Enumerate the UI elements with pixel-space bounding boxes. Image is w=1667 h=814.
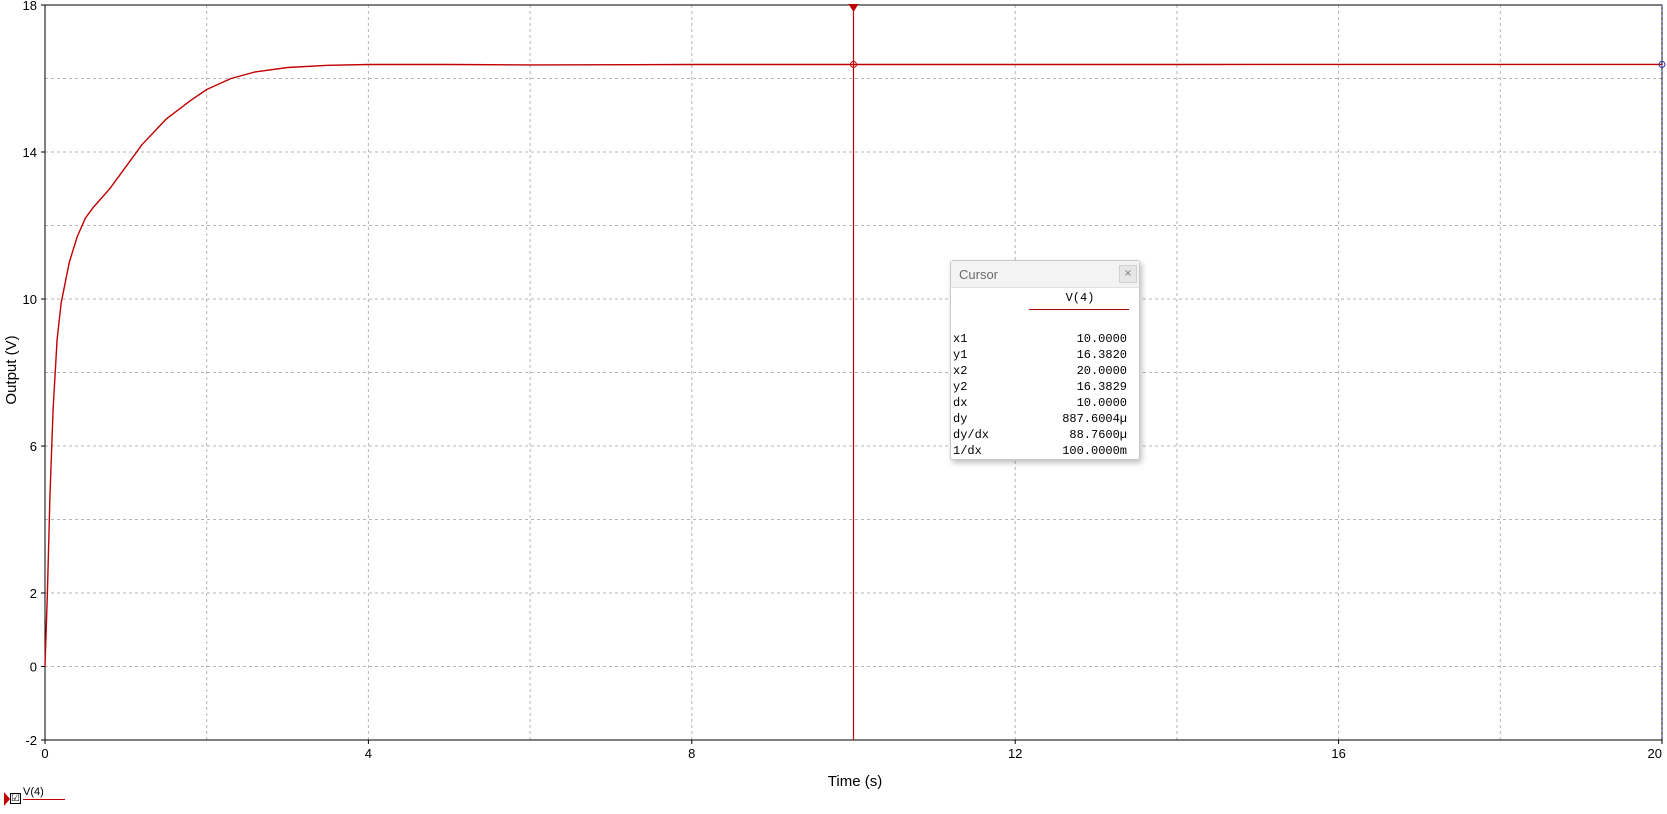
cursor-readout-value: 10.0000 <box>1076 396 1127 410</box>
y-axis-title: Output (V) <box>3 335 20 404</box>
close-icon[interactable]: × <box>1119 265 1137 283</box>
cursor-readout-label: x1 <box>953 332 968 346</box>
cursor-readout-value: 20.0000 <box>1076 364 1127 378</box>
cursor-readout-row: dy 887.6004µ <box>953 411 1135 427</box>
cursor-series-color-line <box>1029 309 1129 310</box>
cursor-readout-value: 16.3820 <box>1076 348 1127 362</box>
cursor-readout-row: x1 10.0000 <box>953 331 1135 347</box>
cursor-readout-value: 88.7600µ <box>1069 428 1127 442</box>
legend-visibility-checkbox[interactable]: ☑ <box>10 793 21 804</box>
cursor-readout-row: x2 20.0000 <box>953 363 1135 379</box>
cursor-readout-label: y1 <box>953 348 968 362</box>
y-tick-labels: -2 0 2 6 10 14 18 <box>23 0 45 748</box>
cursor-readout-value: 16.3829 <box>1076 380 1127 394</box>
cursor-readout-label: y2 <box>953 380 968 394</box>
cursor-readout-value: 10.0000 <box>1076 332 1127 346</box>
cursor-readout-row: 1/dx 100.0000m <box>953 443 1135 459</box>
cursor-readout-label: dx <box>953 396 968 410</box>
cursor-readout-label: dy <box>953 412 968 426</box>
y-tick-label: 18 <box>23 0 37 13</box>
legend-series-label[interactable]: V(4) <box>23 786 44 798</box>
cursor-readout-table: x1 10.0000 y1 16.3820 x2 20.0000 y2 16.3829 dx 10… <box>953 331 1135 459</box>
x-tick-label: 8 <box>688 746 695 761</box>
x-axis-title: Time (s) <box>828 773 882 790</box>
y-tick-label: 10 <box>23 292 37 307</box>
x-tick-label: 16 <box>1331 746 1345 761</box>
cursor-handle-icon[interactable] <box>848 4 859 12</box>
y-tick-label: 14 <box>23 145 37 160</box>
cursor-readout-label: dy/dx <box>953 428 990 442</box>
cursor-readout-value: 887.6004µ <box>1062 412 1127 426</box>
y-tick-label: 6 <box>30 439 37 454</box>
y-tick-label: 0 <box>30 660 37 675</box>
cursor-readout-row: y1 16.3820 <box>953 347 1135 363</box>
x-tick-label: 12 <box>1008 746 1022 761</box>
cursor-readout-label: x2 <box>953 364 968 378</box>
cursor-readout-row: dx 10.0000 <box>953 395 1135 411</box>
cursor-dialog-title: Cursor <box>959 267 999 282</box>
y-tick-label: 2 <box>30 586 37 601</box>
cursor-dialog[interactable]: Cursor × V(4) x1 10.0000 y1 16.3820 x2 20.000… <box>950 260 1140 460</box>
x-tick-label: 4 <box>365 746 372 761</box>
cursor-readout-value: 100.0000m <box>1062 444 1127 458</box>
legend: ☑ V(4) <box>4 786 84 810</box>
x-tick-labels: 0 4 8 12 16 20 <box>41 740 1663 761</box>
cursor-readout-row: dy/dx 88.7600µ <box>953 427 1135 443</box>
x-tick-label: 0 <box>41 746 48 761</box>
cursor-dialog-titlebar[interactable]: Cursor × <box>951 261 1139 288</box>
x-tick-label: 20 <box>1648 746 1662 761</box>
plot-area[interactable]: 0 4 8 12 16 20 -2 0 2 6 10 14 18 Time (s) Output (V… <box>0 0 1667 814</box>
legend-series-line <box>23 799 65 800</box>
cursor-series-name: V(4) <box>1065 291 1095 305</box>
cursor-readout-row: y2 16.3829 <box>953 379 1135 395</box>
cursor-readout-label: 1/dx <box>953 444 982 458</box>
y-tick-label: -2 <box>25 733 37 748</box>
